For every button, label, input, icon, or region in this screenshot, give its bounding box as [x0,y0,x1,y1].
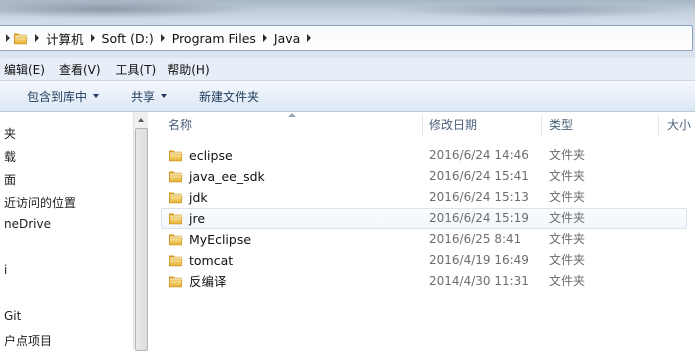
share-label: 共享 [131,89,156,104]
folder-icon [168,169,183,183]
file-name: jdk [189,190,208,205]
menu-help[interactable]: 帮助(H) [161,61,214,78]
file-row-eclipse[interactable]: eclipse 2016/6/24 14:46 文件夹 [162,145,688,166]
nav-item-onedrive[interactable]: neDrive [4,217,51,231]
include-in-library-button[interactable]: 包含到库中 [27,81,100,111]
file-row-jdk[interactable]: jdk 2016/6/24 15:13 文件夹 [162,187,688,208]
menu-tools[interactable]: 工具(T) [106,61,162,78]
breadcrumb-chevron-icon[interactable] [30,26,44,50]
breadcrumb-drive[interactable]: Soft (D:) [100,26,156,50]
dropdown-caret-icon [93,94,100,98]
file-type: 文件夹 [549,211,586,225]
file-row-jre[interactable]: jre 2016/6/24 15:19 文件夹 [161,208,687,229]
column-divider [658,114,659,136]
breadcrumb-chevron-icon[interactable] [86,26,100,50]
folder-icon [168,253,183,267]
file-name: eclipse [189,148,233,163]
file-name: tomcat [189,253,234,268]
menu-edit[interactable]: 编辑(E) [0,61,50,78]
file-date: 2016/6/24 14:46 [429,148,529,162]
file-name: 反编译 [189,274,227,289]
file-row-java-ee-sdk[interactable]: java_ee_sdk 2016/6/24 15:41 文件夹 [162,166,688,187]
nav-item-git[interactable]: Git [4,309,21,323]
share-button[interactable]: 共享 [131,81,168,111]
file-row-myeclipse[interactable]: MyEclipse 2016/6/25 8:41 文件夹 [162,229,688,250]
navigation-scrollbar[interactable] [133,112,149,351]
column-header-name[interactable]: 名称 [168,112,192,138]
folder-icon [168,148,183,162]
include-in-library-label: 包含到库中 [27,89,88,104]
nav-item-partial[interactable]: i [4,263,7,277]
new-folder-button[interactable]: 新建文件夹 [199,81,259,111]
sort-ascending-icon [288,113,296,117]
file-date: 2016/6/24 15:13 [429,190,529,204]
column-header-size[interactable]: 大小 [667,112,691,138]
file-date: 2016/6/25 8:41 [429,232,522,246]
scrollbar-thumb[interactable] [135,128,148,351]
folder-icon [13,33,28,45]
column-divider [541,114,542,136]
history-arrow-icon[interactable] [0,26,10,50]
file-type: 文件夹 [549,148,586,162]
file-type: 文件夹 [549,232,586,246]
file-type: 文件夹 [549,274,586,288]
scroll-up-arrow-icon[interactable] [138,118,144,122]
file-row-tomcat[interactable]: tomcat 2016/4/19 16:49 文件夹 [162,250,688,271]
address-bar-area: 计算机 Soft (D:) Program Files Java [0,22,695,58]
file-name: MyEclipse [189,232,252,247]
breadcrumb-program-files[interactable]: Program Files [170,26,258,50]
folder-icon [168,190,183,204]
file-type: 文件夹 [549,169,586,183]
folder-icon [168,232,183,246]
file-name: jre [189,211,206,226]
menu-view[interactable]: 查看(V) [50,61,106,78]
menu-bar: 编辑(E) 查看(V) 工具(T) 帮助(H) [0,58,695,81]
breadcrumb-java[interactable]: Java [272,26,302,50]
file-name: java_ee_sdk [189,169,265,184]
nav-item-downloads[interactable]: 载 [4,148,16,165]
file-type: 文件夹 [549,190,586,204]
new-folder-label: 新建文件夹 [199,89,260,104]
window-title-bar [0,0,695,22]
command-bar: 包含到库中 共享 新建文件夹 [0,81,695,112]
breadcrumb-chevron-icon[interactable] [302,26,316,50]
navigation-pane: 夹 载 面 近访问的位置 neDrive i Git 户点项目 [0,112,133,349]
folder-icon [168,274,183,288]
file-row-decompiler[interactable]: 反编译 2014/4/30 11:31 文件夹 [162,271,688,292]
column-divider [422,114,423,136]
nav-item-favorites[interactable]: 夹 [4,125,16,142]
breadcrumb-computer[interactable]: 计算机 [44,26,86,50]
file-date: 2016/6/24 15:19 [429,211,529,225]
folder-icon [168,211,183,225]
nav-item-projects[interactable]: 户点项目 [4,332,52,349]
breadcrumb-chevron-icon[interactable] [156,26,170,50]
column-header-type[interactable]: 类型 [549,112,573,138]
dropdown-caret-icon [161,94,168,98]
file-date: 2014/4/30 11:31 [429,274,529,288]
address-bar[interactable]: 计算机 Soft (D:) Program Files Java [0,25,693,51]
nav-item-desktop[interactable]: 面 [4,171,16,188]
file-list: 名称 修改日期 类型 大小 eclipse 2016/6/24 14:46 文件… [148,112,695,349]
file-type: 文件夹 [549,253,586,267]
breadcrumb-chevron-icon[interactable] [258,26,272,50]
file-date: 2016/4/19 16:49 [429,253,529,267]
nav-item-recent-places[interactable]: 近访问的位置 [4,194,76,211]
file-date: 2016/6/24 15:41 [429,169,529,183]
column-header-date-modified[interactable]: 修改日期 [429,112,477,138]
